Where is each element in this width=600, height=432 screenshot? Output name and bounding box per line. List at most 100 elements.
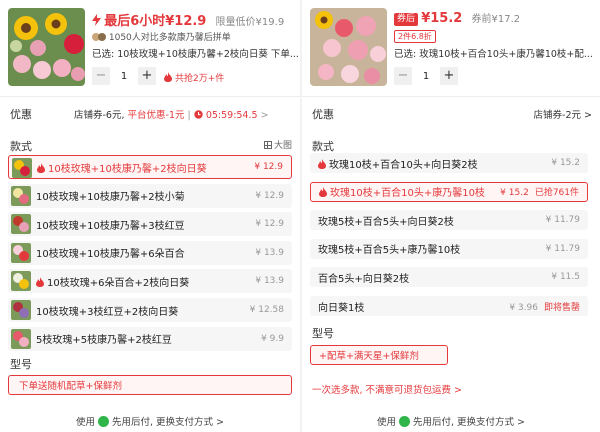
style-option[interactable]: 10枝玫瑰+10枝康乃馨+3枝红豆 ¥ 12.9 [8, 212, 292, 237]
style-option[interactable]: 10枝玫瑰+10枝康乃馨+2枝向日葵 ¥ 12.9 [8, 155, 292, 179]
style-option[interactable]: 10枝玫瑰+10枝康乃馨+2枝小菊 ¥ 12.9 [8, 183, 292, 208]
quantity-value[interactable]: 1 [412, 71, 440, 82]
discount-detail[interactable]: 店铺券-6元, 平台优惠-1元 | 05:59:54.5 > [74, 107, 269, 121]
price-headline: 最后6小时¥12.9 限量低价¥19.9 [92, 10, 284, 29]
model-option[interactable]: 下单送随机配草+保鲜剂 [8, 375, 292, 395]
payment-footer[interactable]: 使用 先用后付, 更换支付方式 > [0, 410, 300, 432]
style-label: 款式 [10, 140, 32, 153]
option-label: 玫瑰5枝+百合5头+康乃馨10枝 [318, 245, 461, 257]
return-notice[interactable]: 一次选多款, 不满意可退货包运费 > [312, 382, 462, 396]
minus-button[interactable]: − [394, 67, 412, 85]
limit-label: 限量低价 [215, 17, 256, 28]
quantity-stepper[interactable]: − 1 + [394, 67, 458, 85]
option-price: ¥ 13.9 [255, 247, 284, 258]
plus-button[interactable]: + [440, 67, 458, 85]
model-option[interactable]: +配草+满天星+保鲜剂 [310, 345, 448, 365]
option-label: 百合5头+向日葵2枝 [318, 273, 410, 285]
before-price: ¥17.2 [491, 14, 521, 25]
shop-coupon-link[interactable]: 店铺券-2元 > [534, 107, 592, 121]
lightning-icon [92, 14, 101, 26]
style-option[interactable]: 百合5头+向日葵2枝 ¥ 11.5 [310, 267, 588, 288]
option-label: 10枝玫瑰+10枝康乃馨+2枝向日葵 [37, 160, 207, 175]
option-price: ¥ 12.9 [255, 190, 284, 201]
pay-later-icon [398, 415, 410, 427]
option-label: 玫瑰5枝+百合5头+向日葵2枝 [318, 216, 454, 228]
right-product-panel: 券后 ¥15.2 券前¥17.2 2件6.8折 已选: 玫瑰10枝+百合10头+… [302, 0, 600, 432]
option-thumbnail [12, 158, 32, 178]
coupon-price-headline: 券后 ¥15.2 券前¥17.2 [394, 10, 520, 26]
plus-button[interactable]: + [138, 67, 156, 85]
style-option[interactable]: 10枝玫瑰+10枝康乃馨+6朵百合 ¥ 13.9 [8, 240, 292, 265]
option-label: 5枝玫瑰+5枝康乃馨+2枝红豆 [36, 335, 172, 347]
model-label: 型号 [10, 358, 32, 371]
quantity-stepper[interactable]: − 1 + [92, 67, 156, 85]
pay-later-icon [97, 415, 109, 427]
option-thumbnail [11, 214, 31, 235]
social-proof: 1050人对比多款康乃馨后拼单 [92, 30, 231, 43]
style-option[interactable]: 玫瑰10枝+百合10头+康乃馨10枝 ¥ 15.2 已抢761件 [310, 181, 588, 202]
divider [0, 96, 300, 97]
model-label: 型号 [312, 327, 334, 340]
grid-icon [263, 141, 272, 149]
left-product-panel: 最后6小时¥12.9 限量低价¥19.9 1050人对比多款康乃馨后拼单 已选:… [0, 0, 300, 432]
option-price: ¥ 11.5 [551, 272, 580, 283]
option-price: ¥ 3.96 即将售罄 [509, 302, 580, 313]
coupon-price: ¥15.2 [421, 11, 463, 26]
style-option[interactable]: 10枝玫瑰+6朵百合+2枝向日葵 ¥ 13.9 [8, 269, 292, 294]
option-label: 向日葵1枝 [318, 302, 365, 314]
option-thumbnail [11, 242, 31, 263]
clock-icon [194, 110, 203, 119]
selected-summary: 已选: 玫瑰10枝+百合10头+康乃馨10枝+配... [394, 49, 593, 60]
option-price: ¥ 12.9 [255, 219, 284, 230]
coupon-tag: 券后 [394, 13, 419, 26]
discount-badge: 2件6.8折 [394, 30, 436, 43]
style-label: 款式 [312, 140, 334, 153]
fire-icon [319, 187, 327, 198]
fire-icon [37, 162, 45, 173]
fire-icon [318, 158, 326, 169]
limit-price: ¥19.9 [255, 17, 285, 28]
quantity-value[interactable]: 1 [110, 71, 138, 82]
payment-footer[interactable]: 使用 先用后付, 更换支付方式 > [302, 410, 600, 432]
option-label: 10枝玫瑰+10枝康乃馨+3枝红豆 [36, 220, 185, 232]
option-label: 10枝玫瑰+3枝红豆+2枝向日葵 [36, 306, 179, 318]
grabbed-count: 共抢2万+件 [164, 71, 224, 84]
option-price: ¥ 9.9 [261, 333, 284, 344]
style-option[interactable]: 向日葵1枝 ¥ 3.96 即将售罄 [310, 296, 588, 316]
option-thumbnail [11, 185, 31, 206]
option-price: ¥ 12.9 [254, 162, 283, 172]
option-label: 10枝玫瑰+10枝康乃馨+6朵百合 [36, 249, 185, 261]
before-label: 券前 [471, 14, 492, 25]
option-price: ¥ 11.79 [545, 243, 580, 254]
flash-price: 最后6小时¥12.9 [104, 14, 207, 29]
option-label: 10枝玫瑰+6朵百合+2枝向日葵 [36, 274, 189, 289]
option-price: ¥ 11.79 [545, 215, 580, 226]
big-view-toggle[interactable]: 大图 [263, 138, 292, 151]
product-image[interactable] [310, 8, 387, 86]
option-thumbnail [11, 328, 31, 349]
minus-button[interactable]: − [92, 67, 110, 85]
option-price: ¥ 13.9 [255, 276, 284, 287]
option-label: 10枝玫瑰+10枝康乃馨+2枝小菊 [36, 192, 185, 204]
style-option[interactable]: 5枝玫瑰+5枝康乃馨+2枝红豆 ¥ 9.9 [8, 326, 292, 351]
option-label: 玫瑰10枝+百合10头+康乃馨10枝 [319, 184, 485, 199]
option-thumbnail [11, 300, 31, 320]
fire-icon [36, 276, 44, 287]
discount-label: 优惠 [10, 108, 32, 121]
fire-icon [164, 72, 172, 82]
option-price: ¥ 12.58 [249, 305, 284, 315]
style-option[interactable]: 玫瑰5枝+百合5头+向日葵2枝 ¥ 11.79 [310, 210, 588, 231]
option-extra: 已抢761件 [534, 188, 579, 199]
option-thumbnail [11, 271, 31, 292]
option-price: ¥ 15.2 [551, 158, 580, 168]
selected-summary: 已选: 10枝玫瑰+10枝康乃馨+2枝向日葵 下单... [92, 49, 298, 60]
style-option[interactable]: 10枝玫瑰+3枝红豆+2枝向日葵 ¥ 12.58 [8, 298, 292, 322]
product-image[interactable] [8, 8, 85, 86]
discount-label: 优惠 [312, 108, 334, 121]
style-option[interactable]: 玫瑰5枝+百合5头+康乃馨10枝 ¥ 11.79 [310, 238, 588, 259]
style-option[interactable]: 玫瑰10枝+百合10头+向日葵2枝 ¥ 15.2 [310, 153, 588, 173]
countdown-timer: 05:59:54.5 [205, 110, 258, 121]
avatar-group-icon [92, 32, 106, 42]
option-label: 玫瑰10枝+百合10头+向日葵2枝 [318, 156, 478, 171]
option-extra: 即将售罄 [543, 302, 580, 313]
